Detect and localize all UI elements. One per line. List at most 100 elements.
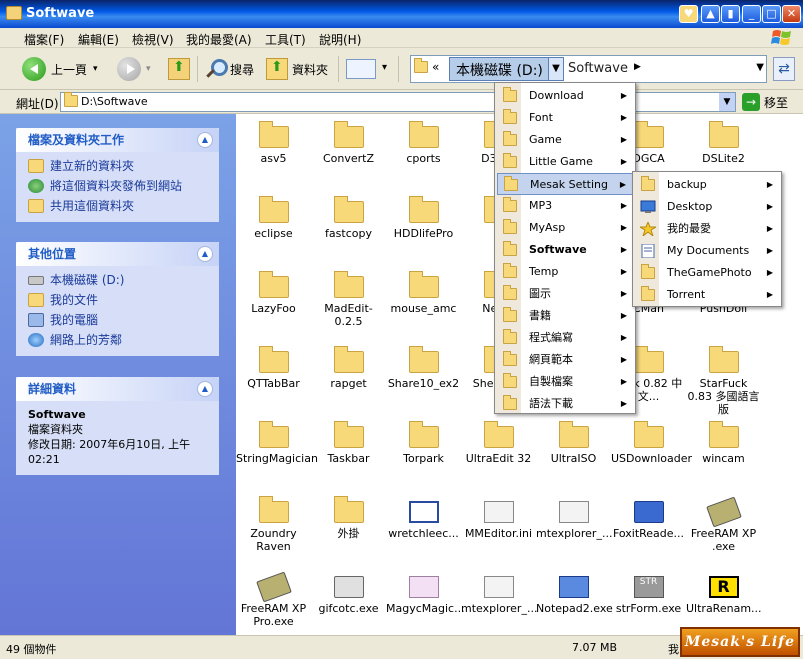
- chevron-down-icon[interactable]: ▼: [548, 57, 564, 81]
- file-item[interactable]: StringMagician: [236, 420, 318, 465]
- panel-header[interactable]: 其他位置 ▲: [16, 242, 219, 266]
- breadcrumb-softwave[interactable]: Softwave: [568, 61, 628, 76]
- menu-item[interactable]: Desktop ▶: [635, 196, 779, 218]
- menu-item[interactable]: 書籍 ▶: [497, 305, 633, 327]
- menu-item[interactable]: Download ▶: [497, 85, 633, 107]
- file-item[interactable]: 外掛: [311, 495, 386, 540]
- file-item[interactable]: eclipse: [236, 195, 311, 240]
- menu-item[interactable]: 自製檔案 ▶: [497, 371, 633, 393]
- folders-button[interactable]: 資料夾: [266, 55, 328, 83]
- menu-help[interactable]: 說明(H): [319, 31, 361, 48]
- close-button[interactable]: ✕: [782, 5, 801, 23]
- file-item[interactable]: wincam: [686, 420, 761, 465]
- menu-item[interactable]: Torrent ▶: [635, 284, 779, 306]
- panel-header[interactable]: 檔案及資料夾工作 ▲: [16, 128, 219, 152]
- overflow-chevron-icon[interactable]: «: [432, 60, 439, 74]
- file-item[interactable]: gifcotc.exe: [311, 570, 386, 615]
- file-item[interactable]: ConvertZ: [311, 120, 386, 165]
- menu-item[interactable]: Font ▶: [497, 107, 633, 129]
- up-folder-button[interactable]: [168, 55, 194, 83]
- file-item[interactable]: Zoundry Raven: [236, 495, 311, 553]
- menu-file[interactable]: 檔案(F): [24, 31, 64, 48]
- file-item[interactable]: HDDlifePro: [386, 195, 461, 240]
- network-places-link[interactable]: 網路上的芳鄰: [28, 330, 207, 350]
- refresh-button[interactable]: ⇄: [773, 57, 795, 81]
- pin-icon[interactable]: ▮: [721, 5, 740, 23]
- chevron-down-icon[interactable]: ▼: [719, 93, 735, 111]
- file-item[interactable]: UltraISO: [536, 420, 611, 465]
- chevron-down-icon[interactable]: ▼: [756, 62, 764, 73]
- file-item[interactable]: Notepad2.exe: [536, 570, 613, 615]
- go-button[interactable]: → 移至: [742, 93, 788, 111]
- file-item[interactable]: StarFuck 0.83 多國語言版: [686, 345, 761, 416]
- views-button[interactable]: [346, 55, 387, 83]
- collapse-icon[interactable]: ▲: [197, 132, 213, 148]
- chevron-down-icon[interactable]: ▾: [146, 64, 151, 74]
- file-item[interactable]: LazyFoo: [236, 270, 311, 315]
- collapse-icon[interactable]: ▲: [197, 246, 213, 262]
- menu-item[interactable]: 圖示 ▶: [497, 283, 633, 305]
- file-item[interactable]: Torpark: [386, 420, 461, 465]
- publish-folder-task[interactable]: 將這個資料夾發佈到網站: [28, 176, 207, 196]
- file-item[interactable]: mtexplorer_...: [461, 570, 537, 615]
- search-button[interactable]: 搜尋: [204, 55, 254, 83]
- file-item[interactable]: MagycMagic...: [386, 570, 465, 615]
- menu-item[interactable]: My Documents ▶: [635, 240, 779, 262]
- menu-item[interactable]: Temp ▶: [497, 261, 633, 283]
- share-folder-task[interactable]: 共用這個資料夾: [28, 196, 207, 216]
- chevron-down-icon[interactable]: ▾: [93, 64, 98, 74]
- breadcrumb-drive[interactable]: 本機磁碟 (D:): [449, 57, 550, 81]
- file-item[interactable]: FreeRAM XP Pro.exe: [236, 570, 311, 628]
- menu-item[interactable]: 語法下載 ▶: [497, 393, 633, 415]
- file-item[interactable]: rapget: [311, 345, 386, 390]
- tray-icon[interactable]: ♥: [679, 5, 698, 23]
- menu-item[interactable]: Softwave ▶: [497, 239, 633, 261]
- file-item[interactable]: UltraEdit 32: [461, 420, 536, 465]
- menu-item[interactable]: 我的最愛 ▶: [635, 218, 779, 240]
- back-button[interactable]: 上一頁 ▾: [22, 55, 98, 83]
- menu-favorites[interactable]: 我的最愛(A): [186, 31, 252, 48]
- file-label: fastcopy: [325, 227, 372, 240]
- new-folder-task[interactable]: 建立新的資料夾: [28, 156, 207, 176]
- menu-tools[interactable]: 工具(T): [265, 31, 306, 48]
- menu-item[interactable]: Mesak Setting ▶: [497, 173, 633, 195]
- menu-item[interactable]: Little Game ▶: [497, 151, 633, 173]
- file-item[interactable]: FreeRAM XP .exe: [686, 495, 761, 553]
- menu-item[interactable]: 網頁範本 ▶: [497, 349, 633, 371]
- file-item[interactable]: QTTabBar: [236, 345, 311, 390]
- file-item[interactable]: FoxitReade...: [611, 495, 686, 540]
- menu-item[interactable]: backup ▶: [635, 174, 779, 196]
- file-item[interactable]: MMEditor.ini: [461, 495, 536, 540]
- file-item[interactable]: STR strForm.exe: [611, 570, 686, 615]
- my-documents-link[interactable]: 我的文件: [28, 290, 207, 310]
- collapse-icon[interactable]: ▲: [197, 381, 213, 397]
- menu-item[interactable]: MP3 ▶: [497, 195, 633, 217]
- file-item[interactable]: asv5: [236, 120, 311, 165]
- file-item[interactable]: cports: [386, 120, 461, 165]
- menu-edit[interactable]: 編輯(E): [78, 31, 119, 48]
- menu-view[interactable]: 檢視(V): [132, 31, 174, 48]
- chevron-right-icon[interactable]: ▶: [634, 62, 641, 72]
- file-item[interactable]: USDownloader: [611, 420, 692, 465]
- menu-item[interactable]: MyAsp ▶: [497, 217, 633, 239]
- my-computer-link[interactable]: 我的電腦: [28, 310, 207, 330]
- file-item[interactable]: fastcopy: [311, 195, 386, 240]
- menu-item[interactable]: 程式編寫 ▶: [497, 327, 633, 349]
- file-item[interactable]: mouse_amc: [386, 270, 461, 315]
- file-label: FreeRAM XP Pro.exe: [240, 602, 307, 628]
- file-item[interactable]: wretchleec...: [386, 495, 461, 540]
- maximize-button[interactable]: □: [762, 5, 781, 23]
- minimize-button[interactable]: _: [742, 5, 761, 23]
- panel-header[interactable]: 詳細資料 ▲: [16, 377, 219, 401]
- forward-button[interactable]: ▾: [117, 55, 151, 83]
- file-item[interactable]: Share10_ex2: [386, 345, 461, 390]
- file-item[interactable]: DSLite2: [686, 120, 761, 165]
- local-disk-link[interactable]: 本機磁碟 (D:): [28, 270, 207, 290]
- menu-item[interactable]: Game ▶: [497, 129, 633, 151]
- file-item[interactable]: Taskbar: [311, 420, 386, 465]
- file-item[interactable]: MadEdit-0.2.5: [311, 270, 386, 328]
- menu-item[interactable]: TheGamePhoto ▶: [635, 262, 779, 284]
- file-item[interactable]: R UltraRenam...: [686, 570, 762, 615]
- rollup-icon[interactable]: ▲: [701, 5, 720, 23]
- file-item[interactable]: mtexplorer_...: [536, 495, 612, 540]
